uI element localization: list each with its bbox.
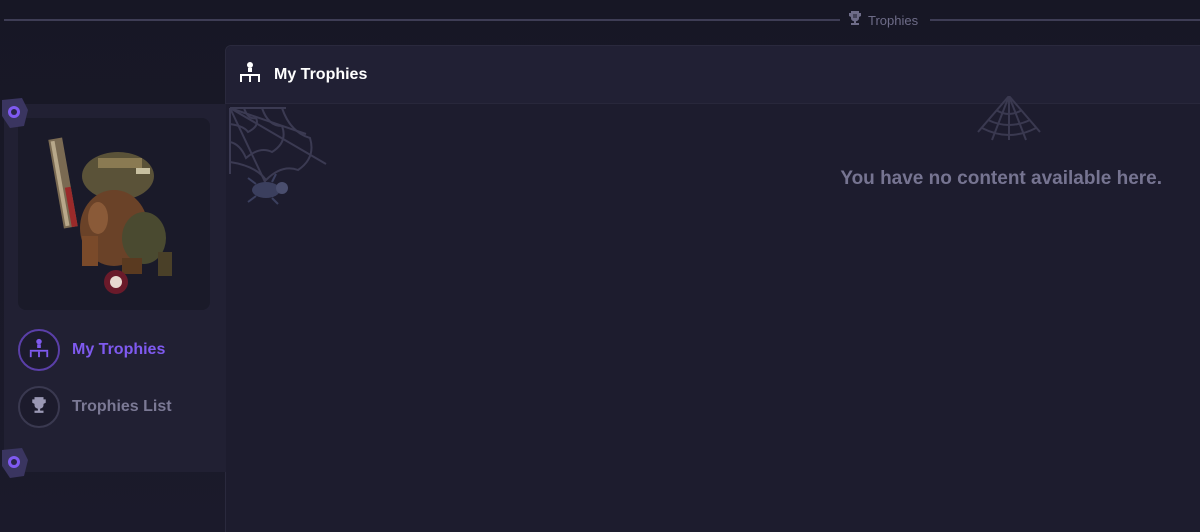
divider-line [930, 19, 1200, 21]
trophy-podium-icon [28, 337, 50, 364]
panel-title: My Trophies [274, 65, 368, 83]
avatar [18, 118, 210, 310]
trophy-icon [31, 396, 47, 419]
divider-label: Trophies [868, 12, 919, 28]
page: Trophies My Trophies You have no content… [0, 0, 1200, 532]
cobweb-decoration [974, 95, 1044, 151]
sidebar-item-label: My Trophies [72, 341, 166, 358]
divider-line [4, 19, 840, 21]
panel-header: My Trophies [226, 46, 1200, 104]
corner-ornament-icon [0, 446, 30, 485]
trophy-podium-icon [238, 60, 262, 89]
profile-sidebar: My Trophies Trophies List [4, 104, 226, 472]
nav-icon-circle [18, 386, 60, 428]
nav-icon-circle [18, 329, 60, 371]
cobweb-spider-decoration [226, 104, 336, 219]
trophy-icon [848, 10, 862, 31]
trophies-panel: My Trophies You have no content availabl… [225, 45, 1200, 532]
sidebar-item-trophies-list[interactable]: Trophies List [18, 385, 218, 429]
empty-state-message: You have no content available here. [840, 168, 1162, 189]
section-divider: Trophies [0, 10, 1200, 30]
corner-ornament-icon [0, 96, 30, 135]
sidebar-item-label: Trophies List [72, 398, 172, 415]
divider-label-group: Trophies [848, 10, 918, 30]
sidebar-item-my-trophies[interactable]: My Trophies [18, 328, 218, 372]
